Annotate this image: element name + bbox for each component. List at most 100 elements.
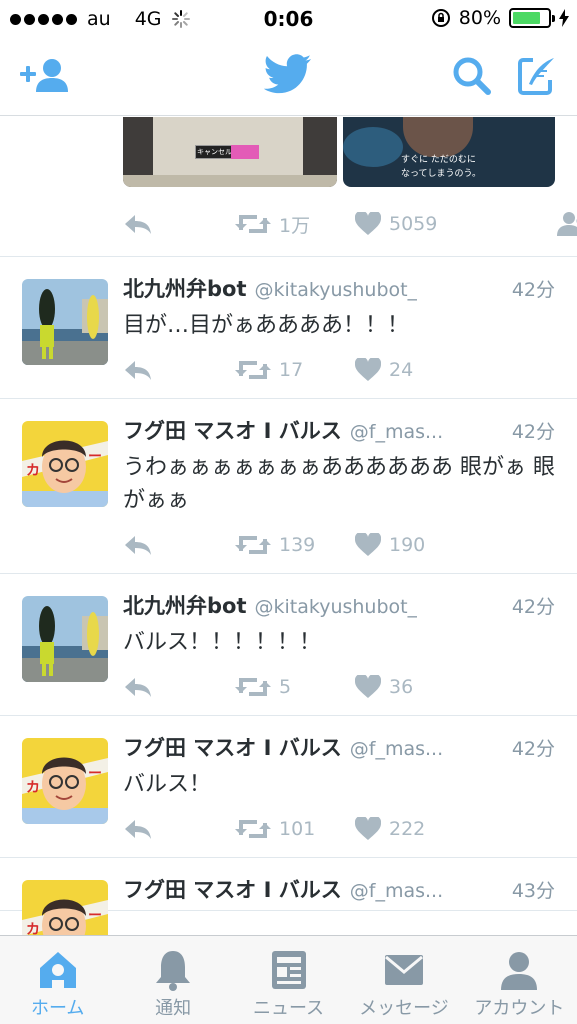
tweet[interactable]: カーフグ田 マスオ I バルス @f_mas... 42分 バルス！ 101 222: [0, 716, 577, 858]
tab-label: メッセージ: [359, 998, 449, 1019]
like-button[interactable]: 5059: [355, 212, 505, 236]
like-button[interactable]: 36: [355, 675, 413, 699]
user-display-name[interactable]: フグ田 マスオ I バルス: [123, 874, 342, 904]
user-avatar[interactable]: カー: [22, 738, 108, 824]
retweet-button[interactable]: 1万: [235, 211, 355, 238]
partial-tweet: キャンセル すぐに ただのむに なってしまうのう。 1万 5059: [0, 117, 577, 257]
like-button[interactable]: 222: [355, 817, 425, 841]
tweet[interactable]: 北九州弁bot @kitakyushubot_ 42分 目が…目がぁああああ！！！ 17…: [0, 257, 577, 399]
reply-icon: [125, 361, 151, 380]
heart-icon: [355, 212, 381, 235]
tweet-timestamp: 42分: [511, 596, 555, 618]
tweet-actions: 101 222: [123, 801, 555, 857]
user-display-name[interactable]: フグ田 マスオ I バルス: [123, 415, 342, 445]
reply-button[interactable]: [123, 534, 235, 556]
retweet-count: 101: [279, 818, 316, 840]
user-avatar[interactable]: カー: [22, 421, 108, 507]
retweet-count: 1万: [279, 214, 311, 237]
image-caption: すぐに ただのむに なってしまうのう。: [401, 155, 482, 179]
retweet-count: 5: [279, 676, 292, 698]
retweet-icon: [235, 678, 271, 696]
retweet-button[interactable]: 5: [235, 675, 355, 699]
svg-text:ー: ー: [88, 908, 102, 924]
battery-percent: 80%: [458, 7, 501, 29]
svg-text:ー: ー: [88, 449, 102, 465]
tweet-text: 目が…目がぁああああ！！！: [123, 313, 410, 338]
bell-icon: [155, 948, 191, 992]
tweet-timestamp: 42分: [511, 279, 555, 301]
tweet[interactable]: 北九州弁bot @kitakyushubot_ 42分 バルス！！！！！！ 5 36: [0, 574, 577, 716]
like-count: 190: [389, 534, 426, 556]
reply-icon: [125, 820, 151, 839]
orientation-lock-icon: [431, 9, 450, 27]
tab-label: 通知: [155, 998, 192, 1019]
tweet-actions: 139 190: [123, 517, 555, 573]
tweet-timestamp: 42分: [511, 421, 555, 443]
retweet-icon: [235, 536, 271, 554]
tweet-text: うわぁぁぁぁぁぁぁああああああ 眼がぁ 眼がぁぁ: [123, 455, 555, 513]
tweet[interactable]: カーフグ田 マスオ I バルス @f_mas... 42分 うわぁぁぁぁぁぁぁああああ…: [0, 399, 577, 574]
bottom-tab-bar: ホーム 通知 ニュース メッセージ アカウント: [0, 935, 577, 1024]
reply-button[interactable]: [123, 676, 235, 698]
tweet-list: 北九州弁bot @kitakyushubot_ 42分 目が…目がぁああああ！！！ 17…: [0, 257, 577, 935]
tweet-media-image-2[interactable]: すぐに ただのむに なってしまうのう。: [343, 117, 555, 187]
retweet-icon: [235, 361, 271, 379]
tab-home[interactable]: ホーム: [0, 936, 115, 1024]
svg-text:ー: ー: [88, 766, 102, 782]
retweet-button[interactable]: 17: [235, 358, 355, 382]
tweet-text: バルス！: [123, 772, 212, 797]
battery-icon: [509, 8, 555, 28]
compose-tweet-icon[interactable]: [517, 56, 557, 96]
like-button[interactable]: 190: [355, 533, 425, 557]
top-navigation-bar: [0, 38, 577, 116]
twitter-bird-logo[interactable]: [264, 54, 312, 94]
search-icon[interactable]: [452, 56, 492, 96]
user-avatar[interactable]: [22, 279, 108, 365]
tab-person[interactable]: アカウント: [462, 936, 577, 1024]
user-handle: @f_mas...: [349, 880, 444, 902]
retweet-count: 17: [279, 359, 304, 381]
tab-envelope[interactable]: メッセージ: [346, 936, 461, 1024]
person-icon: [500, 948, 538, 992]
user-avatar[interactable]: [22, 596, 108, 682]
retweet-button[interactable]: 139: [235, 533, 355, 557]
follow-user-icon[interactable]: [555, 211, 577, 237]
reply-button[interactable]: [123, 818, 235, 840]
user-handle: @f_mas...: [349, 421, 444, 443]
tweet-media-image-1[interactable]: キャンセル: [123, 117, 337, 187]
svg-text:カ: カ: [26, 922, 40, 935]
retweet-icon: [235, 820, 271, 838]
reply-icon: [125, 678, 151, 697]
user-avatar[interactable]: カー: [22, 880, 108, 935]
tab-label: ニュース: [252, 998, 325, 1019]
user-display-name[interactable]: フグ田 マスオ I バルス: [123, 732, 342, 762]
tab-bell[interactable]: 通知: [115, 936, 230, 1024]
tweet-actions: 5 36: [123, 659, 555, 715]
tweet-timestamp: 43分: [511, 880, 555, 902]
add-user-icon[interactable]: [20, 58, 70, 94]
like-count: 5059: [389, 213, 438, 235]
reply-button[interactable]: [123, 213, 235, 235]
user-handle: @f_mas...: [349, 738, 444, 760]
like-button[interactable]: 24: [355, 358, 413, 382]
reply-icon: [125, 536, 151, 555]
retweet-button[interactable]: 101: [235, 817, 355, 841]
like-count: 36: [389, 676, 414, 698]
user-display-name[interactable]: 北九州弁bot: [123, 273, 247, 303]
tweet-text: バルス！！！！！！: [123, 630, 322, 655]
status-bar: au 4G 0:06 80%: [0, 0, 577, 38]
envelope-icon: [384, 948, 424, 992]
tweet-actions: 17 24: [123, 342, 555, 398]
news-icon: [271, 948, 307, 992]
tab-news[interactable]: ニュース: [231, 936, 346, 1024]
like-count: 222: [389, 818, 426, 840]
retweet-icon: [235, 215, 271, 233]
timeline-feed[interactable]: キャンセル すぐに ただのむに なってしまうのう。 1万 5059 北九州弁bo: [0, 117, 577, 935]
reply-icon: [125, 215, 151, 234]
svg-text:カ: カ: [26, 463, 40, 479]
heart-icon: [355, 817, 381, 840]
user-display-name[interactable]: 北九州弁bot: [123, 590, 247, 620]
tweet[interactable]: カーフグ田 マスオ I バルス @f_mas... 43分: [0, 858, 577, 935]
svg-text:カ: カ: [26, 780, 40, 796]
reply-button[interactable]: [123, 359, 235, 381]
